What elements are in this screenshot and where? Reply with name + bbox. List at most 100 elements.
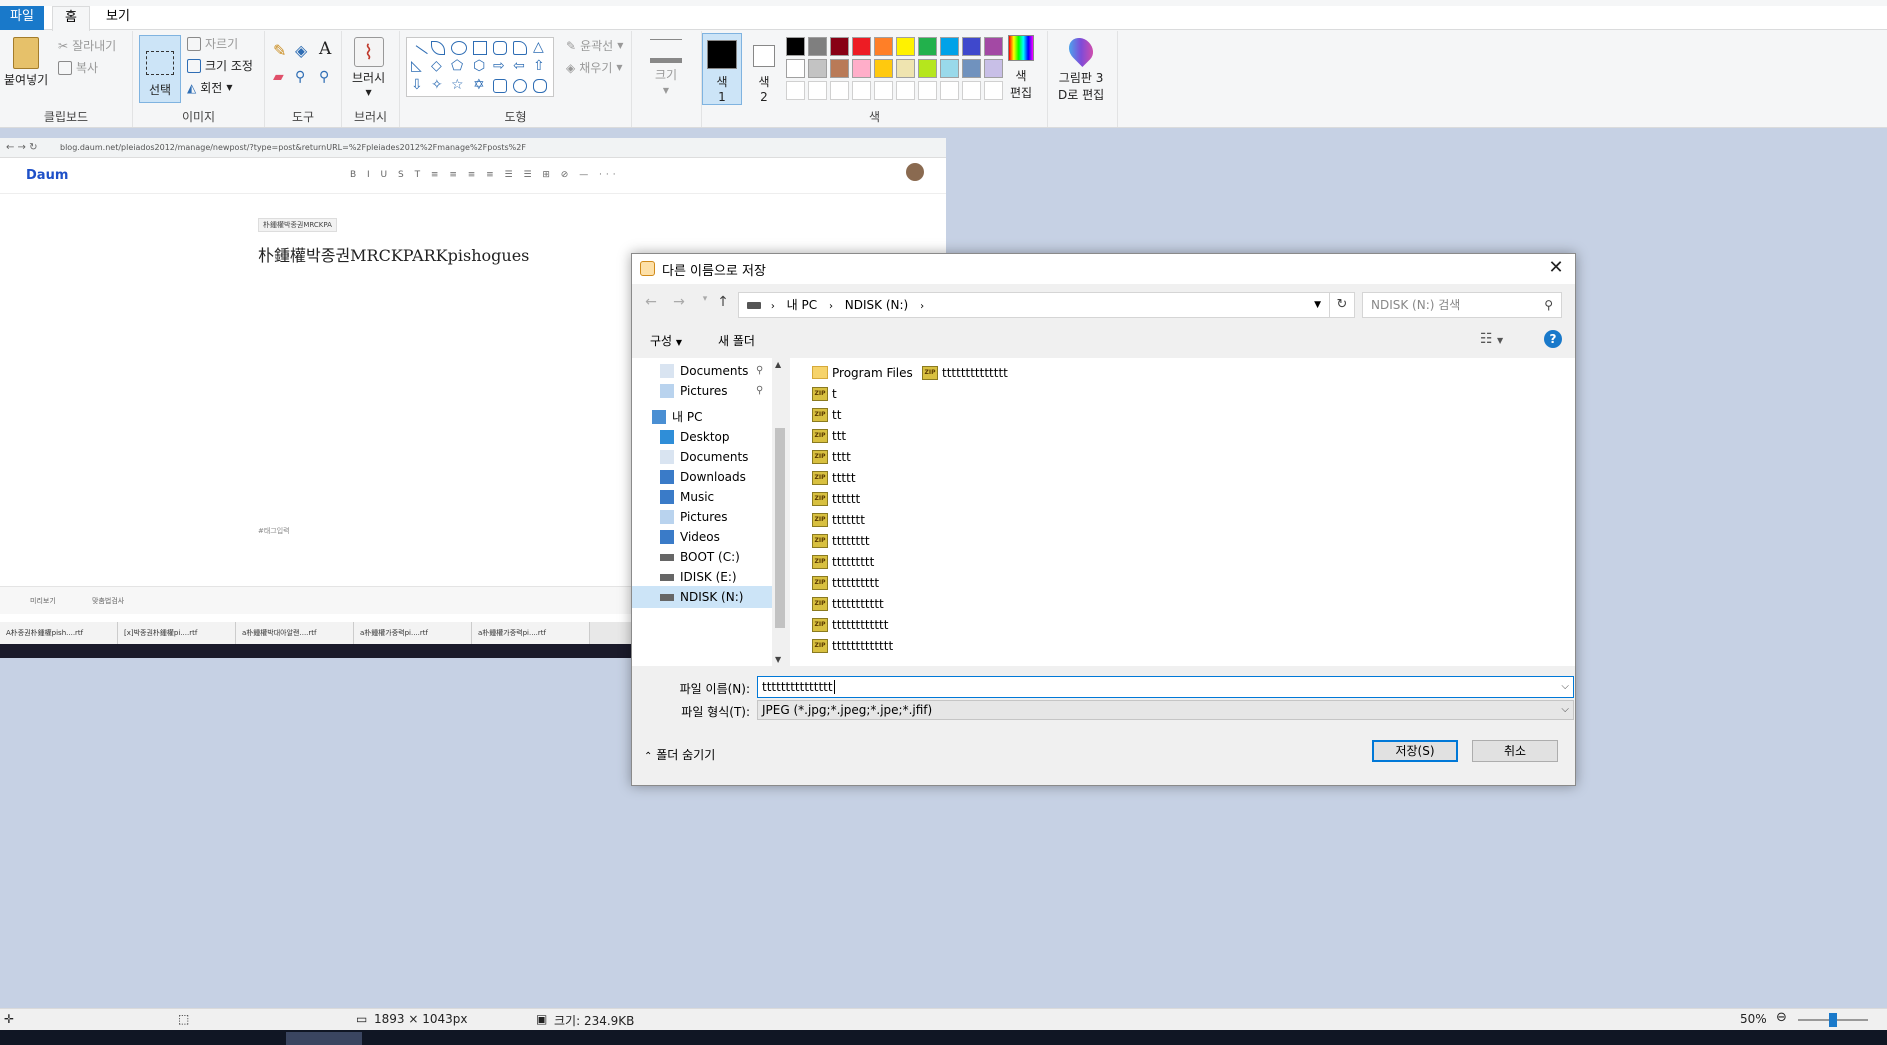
nav-scrollbar[interactable]: ▲ ▼ bbox=[772, 358, 788, 666]
taskbar-app-button[interactable] bbox=[1598, 1032, 1674, 1045]
taskbar-app-button[interactable] bbox=[450, 1032, 526, 1045]
copy-button[interactable]: 복사 bbox=[58, 59, 98, 76]
diamond-shape-icon[interactable]: ◇ bbox=[431, 59, 445, 74]
nav-item[interactable]: 내 PC bbox=[632, 406, 772, 428]
pentagon-shape-icon[interactable]: ⬠ bbox=[451, 59, 465, 74]
scroll-up-icon[interactable]: ▲ bbox=[775, 360, 781, 369]
paste-button[interactable]: 붙여넣기 bbox=[4, 37, 48, 88]
rotate-button[interactable]: ◭ 회전 ▼ bbox=[187, 79, 232, 96]
address-breadcrumb[interactable]: › 내 PC › NDISK (N:) › ▼ bbox=[738, 292, 1330, 318]
select-button[interactable]: 선택 bbox=[139, 35, 181, 103]
fill-tool[interactable]: ◈ bbox=[295, 41, 307, 60]
nav-item[interactable]: Downloads bbox=[632, 466, 772, 488]
save-button[interactable]: 저장(S) bbox=[1372, 740, 1458, 762]
shape-fill-button[interactable]: ◈ 채우기 ▼ bbox=[566, 59, 623, 76]
palette-swatch[interactable] bbox=[940, 37, 959, 56]
tab-view[interactable]: 보기 bbox=[98, 6, 138, 30]
color-picker-tool[interactable]: ⚲ bbox=[295, 69, 305, 85]
chevron-down-icon[interactable]: ⌵ bbox=[1561, 677, 1569, 697]
nav-item[interactable]: Documents ⚲ bbox=[632, 360, 772, 382]
palette-swatch[interactable] bbox=[940, 59, 959, 78]
nav-item[interactable]: Desktop bbox=[632, 426, 772, 448]
taskbar-app-button[interactable] bbox=[532, 1032, 608, 1045]
custom-color-slot[interactable] bbox=[830, 81, 849, 100]
up-folder-icon[interactable]: ↑ bbox=[714, 294, 732, 314]
palette-swatch[interactable] bbox=[896, 59, 915, 78]
taskbar-app-button[interactable] bbox=[942, 1032, 1018, 1045]
view-options-icon[interactable]: ☷ ▼ bbox=[1480, 331, 1503, 347]
taskbar-app-button[interactable] bbox=[40, 1032, 116, 1045]
palette-swatch[interactable] bbox=[808, 37, 827, 56]
color1-button[interactable]: 색 1 bbox=[702, 33, 742, 105]
back-icon[interactable]: ← bbox=[642, 294, 660, 314]
palette-swatch[interactable] bbox=[830, 59, 849, 78]
taskbar-app-button[interactable] bbox=[1188, 1032, 1264, 1045]
nav-item[interactable]: Music bbox=[632, 486, 772, 508]
taskbar-app-button[interactable] bbox=[860, 1032, 936, 1045]
palette-swatch[interactable] bbox=[962, 59, 981, 78]
brushes-button[interactable]: ⌇ 브러시 ▼ bbox=[352, 37, 385, 97]
taskbar-app-button[interactable] bbox=[1762, 1032, 1838, 1045]
hexagon-shape-icon[interactable]: ⬡ bbox=[473, 59, 487, 74]
scroll-down-icon[interactable]: ▼ bbox=[775, 655, 781, 664]
custom-color-slot[interactable] bbox=[896, 81, 915, 100]
cancel-button[interactable]: 취소 bbox=[1472, 740, 1558, 762]
edit-colors-button[interactable]: 색 편집 bbox=[1008, 35, 1034, 101]
filetype-select[interactable]: JPEG (*.jpg;*.jpeg;*.jpe;*.jfif) ⌵ bbox=[757, 700, 1574, 720]
taskbar-app-button[interactable] bbox=[1352, 1032, 1428, 1045]
pencil-tool[interactable]: ✎ bbox=[273, 41, 286, 60]
palette-swatch[interactable] bbox=[852, 59, 871, 78]
taskbar-app-button[interactable] bbox=[1024, 1032, 1100, 1045]
custom-color-slot[interactable] bbox=[984, 81, 1003, 100]
six-point-star-shape-icon[interactable]: ✡ bbox=[473, 78, 487, 93]
rectangle-shape-icon[interactable] bbox=[473, 41, 487, 55]
palette-swatch[interactable] bbox=[874, 37, 893, 56]
tab-home[interactable]: 홈 bbox=[52, 6, 90, 31]
tab-file[interactable]: 파일 bbox=[0, 6, 44, 30]
nav-item[interactable]: Documents bbox=[632, 446, 772, 468]
text-tool[interactable]: A bbox=[319, 39, 331, 59]
right-arrow-shape-icon[interactable]: ⇨ bbox=[493, 59, 507, 74]
curve-shape-icon[interactable] bbox=[431, 41, 445, 55]
custom-color-slot[interactable] bbox=[940, 81, 959, 100]
breadcrumb-my-pc[interactable]: 내 PC bbox=[787, 298, 817, 312]
taskbar-app-button[interactable] bbox=[1516, 1032, 1592, 1045]
help-icon[interactable]: ? bbox=[1544, 330, 1562, 348]
palette-swatch[interactable] bbox=[896, 37, 915, 56]
palette-swatch[interactable] bbox=[786, 59, 805, 78]
nav-item[interactable]: Pictures ⚲ bbox=[632, 380, 772, 402]
palette-swatch[interactable] bbox=[962, 37, 981, 56]
breadcrumb-ndisk[interactable]: NDISK (N:) bbox=[845, 298, 908, 312]
taskbar-app-button[interactable] bbox=[368, 1032, 444, 1045]
rounded-rectangle-shape-icon[interactable] bbox=[493, 41, 507, 55]
nav-item[interactable]: Pictures bbox=[632, 506, 772, 528]
custom-color-slot[interactable] bbox=[918, 81, 937, 100]
filename-input[interactable]: ttttttttttttttt ⌵ bbox=[757, 676, 1574, 698]
edit-paint3d-button[interactable]: 그림판 3 D로 편집 bbox=[1058, 33, 1104, 103]
color2-button[interactable]: 색 2 bbox=[746, 33, 782, 105]
nav-item[interactable]: Videos bbox=[632, 526, 772, 548]
left-arrow-shape-icon[interactable]: ⇦ bbox=[513, 59, 527, 74]
nav-item[interactable]: NDISK (N:) bbox=[632, 586, 772, 608]
outline-button[interactable]: ✎ 윤곽선 ▼ bbox=[566, 37, 623, 54]
nav-item[interactable]: IDISK (E:) bbox=[632, 566, 772, 588]
refresh-icon[interactable]: ↻ bbox=[1329, 292, 1355, 318]
zoom-slider-track[interactable] bbox=[1798, 1013, 1868, 1027]
organize-button[interactable]: 구성 ▼ bbox=[650, 332, 682, 349]
right-triangle-shape-icon[interactable]: ◺ bbox=[411, 59, 425, 74]
palette-swatch[interactable] bbox=[808, 59, 827, 78]
palette-swatch[interactable] bbox=[984, 59, 1003, 78]
taskbar-app-button[interactable] bbox=[614, 1032, 690, 1045]
forward-icon[interactable]: → bbox=[670, 294, 688, 314]
palette-swatch[interactable] bbox=[786, 37, 805, 56]
crop-button[interactable]: 자르기 bbox=[187, 35, 238, 52]
custom-color-slot[interactable] bbox=[962, 81, 981, 100]
polygon-shape-icon[interactable] bbox=[513, 41, 527, 55]
palette-swatch[interactable] bbox=[852, 37, 871, 56]
palette-swatch[interactable] bbox=[830, 37, 849, 56]
custom-color-slot[interactable] bbox=[786, 81, 805, 100]
four-point-star-shape-icon[interactable]: ✧ bbox=[431, 78, 445, 93]
new-folder-button[interactable]: 새 폴더 bbox=[718, 332, 755, 349]
shapes-gallery[interactable]: △ ◺ ◇ ⬠ ⬡ ⇨ ⇦ ⇧ ⇩ ✧ ☆ ✡ bbox=[406, 37, 554, 97]
taskbar-app-button[interactable] bbox=[1434, 1032, 1510, 1045]
